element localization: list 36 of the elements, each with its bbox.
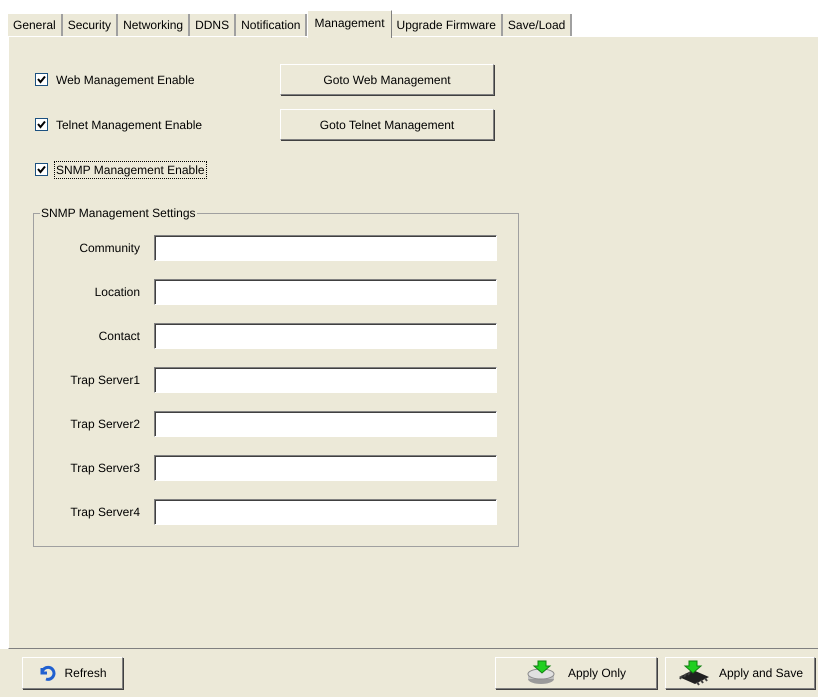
- tab[interactable]: Save/Load: [502, 14, 572, 36]
- field-label: Community: [78, 241, 140, 255]
- input-field[interactable]: [154, 323, 497, 349]
- tab[interactable]: Upgrade Firmware: [392, 14, 503, 36]
- field-label: Contact: [98, 329, 140, 343]
- tab[interactable]: Management: [307, 10, 392, 38]
- refresh-arrow-icon: [38, 665, 56, 681]
- tab[interactable]: Notification: [236, 14, 308, 36]
- apply-button[interactable]: Apply Only: [495, 657, 657, 689]
- field-label: Trap Server2: [69, 417, 140, 431]
- input-field[interactable]: [154, 235, 497, 261]
- goto-button[interactable]: Goto Telnet Management: [280, 109, 494, 140]
- input-field[interactable]: [154, 367, 497, 393]
- checkbox[interactable]: [35, 73, 48, 86]
- field-label: Trap Server1: [69, 373, 140, 387]
- checkbox[interactable]: [35, 118, 48, 131]
- field-label: Location: [94, 285, 140, 299]
- field-label: Trap Server3: [69, 461, 140, 475]
- tab[interactable]: Security: [62, 14, 118, 36]
- save-button[interactable]: Apply and Save: [665, 657, 815, 689]
- goto-button[interactable]: Goto Web Management: [280, 64, 494, 95]
- checkbox[interactable]: [35, 163, 48, 176]
- input-field[interactable]: [154, 499, 497, 525]
- checkbox-label: Web Management Enable: [55, 72, 196, 88]
- refresh-button[interactable]: Refresh: [22, 657, 123, 689]
- field-label: Trap Server4: [69, 505, 140, 519]
- tab[interactable]: General: [8, 14, 63, 36]
- tab[interactable]: Networking: [118, 14, 190, 36]
- checkbox-label: Telnet Management Enable: [55, 116, 204, 132]
- checkbox-label: SNMP Management Enable: [55, 162, 206, 178]
- input-field[interactable]: [154, 455, 497, 481]
- group-title: SNMP Management Settings: [40, 206, 197, 220]
- input-field[interactable]: [154, 411, 497, 437]
- tab[interactable]: DDNS: [190, 14, 236, 36]
- chip-with-arrow-icon: [676, 660, 711, 686]
- input-field[interactable]: [154, 279, 497, 305]
